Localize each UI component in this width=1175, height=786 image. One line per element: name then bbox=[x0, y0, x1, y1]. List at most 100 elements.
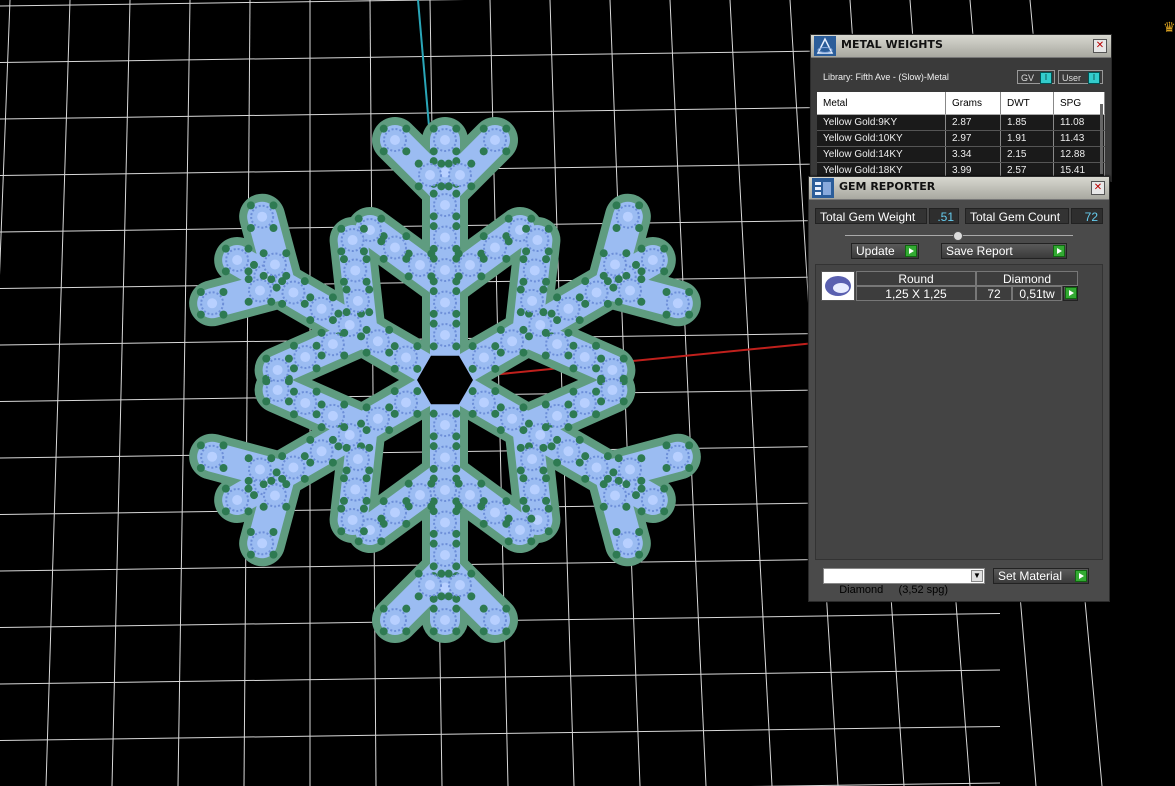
prong bbox=[519, 277, 528, 286]
table-row[interactable]: Yellow Gold:9KY 2.87 1.85 11.08 bbox=[817, 114, 1105, 131]
prong bbox=[524, 332, 533, 341]
save-report-button[interactable]: Save Report bbox=[941, 243, 1067, 259]
prong bbox=[622, 480, 631, 489]
col-dwt: DWT bbox=[1000, 92, 1054, 115]
prong bbox=[542, 277, 551, 286]
prong bbox=[491, 342, 500, 351]
prong bbox=[452, 212, 461, 221]
table-row[interactable]: Yellow Gold:14KY 3.34 2.15 12.88 bbox=[817, 146, 1105, 163]
gem-reporter-app-icon bbox=[812, 178, 834, 198]
prong bbox=[581, 452, 590, 461]
prong bbox=[522, 224, 531, 233]
prong bbox=[479, 124, 488, 133]
snowflake-pendant-model[interactable] bbox=[189, 117, 701, 643]
prong bbox=[452, 147, 461, 156]
gem-table bbox=[622, 538, 633, 549]
gem-table bbox=[455, 580, 465, 590]
gem-table bbox=[532, 235, 543, 246]
prong bbox=[597, 397, 606, 406]
prong bbox=[452, 222, 461, 231]
prong bbox=[444, 182, 453, 191]
prong bbox=[282, 502, 291, 511]
prong bbox=[612, 224, 621, 233]
prong bbox=[269, 224, 278, 233]
user-toggle[interactable]: User I bbox=[1058, 70, 1103, 84]
prong bbox=[342, 308, 351, 317]
gem-table bbox=[529, 484, 540, 495]
prong bbox=[468, 364, 477, 373]
set-material-button[interactable]: Set Material bbox=[993, 568, 1089, 584]
prong bbox=[599, 271, 608, 280]
gem-select-button[interactable] bbox=[1063, 286, 1078, 301]
prong bbox=[300, 474, 309, 483]
prong bbox=[402, 124, 411, 133]
prong bbox=[479, 604, 488, 613]
metal-name: Yellow Gold:9KY bbox=[817, 114, 946, 131]
material-select[interactable]: Diamond (3,52 spg) ▼ bbox=[823, 568, 985, 596]
prong bbox=[479, 627, 488, 636]
prong bbox=[581, 299, 590, 308]
metal-name: Yellow Gold:10KY bbox=[817, 130, 946, 147]
gem-table bbox=[300, 352, 311, 363]
prong bbox=[592, 364, 601, 373]
prong bbox=[259, 502, 268, 511]
prong bbox=[246, 224, 255, 233]
gem-table bbox=[207, 298, 218, 309]
gv-toggle-label: GV bbox=[1021, 73, 1035, 83]
gem-table bbox=[254, 285, 265, 296]
table-row[interactable]: Yellow Gold:10KY 2.97 1.91 11.43 bbox=[817, 130, 1105, 147]
prong bbox=[444, 159, 453, 168]
gem-table bbox=[607, 364, 618, 375]
gem-table bbox=[529, 265, 540, 276]
prong bbox=[278, 299, 287, 308]
prong bbox=[479, 232, 488, 241]
col-grams: Grams bbox=[945, 92, 1001, 115]
prong bbox=[429, 189, 438, 198]
prong bbox=[541, 351, 550, 360]
metal-table: Metal Grams DWT SPG Yellow Gold:9KY 2.87… bbox=[817, 92, 1105, 179]
prong bbox=[362, 426, 371, 435]
prong bbox=[306, 435, 315, 444]
prong bbox=[272, 283, 281, 292]
gem-list-item[interactable]: Round Diamond 1,25 X 1,25 72 0,51tw bbox=[819, 270, 1099, 304]
prong bbox=[541, 400, 550, 409]
metal-table-scrollbar[interactable] bbox=[1100, 104, 1103, 174]
gem-table bbox=[272, 385, 283, 396]
prong bbox=[221, 244, 230, 253]
report-slider-handle-icon[interactable] bbox=[953, 231, 963, 241]
prong bbox=[635, 527, 644, 536]
gem-table bbox=[625, 285, 636, 296]
gem-table bbox=[478, 352, 489, 363]
prong bbox=[282, 271, 291, 280]
prong bbox=[468, 387, 477, 396]
prong bbox=[575, 316, 584, 325]
gem-table bbox=[316, 446, 327, 457]
prong bbox=[196, 310, 205, 319]
prong bbox=[592, 410, 601, 419]
gem-table bbox=[372, 336, 383, 347]
gem-reporter-close-icon[interactable]: ✕ bbox=[1091, 181, 1105, 195]
prong bbox=[246, 550, 255, 559]
gem-table bbox=[440, 297, 450, 308]
prong bbox=[196, 287, 205, 296]
metal-weights-close-icon[interactable]: ✕ bbox=[1093, 39, 1107, 53]
metal-weights-titlebar[interactable]: METAL WEIGHTS ✕ bbox=[811, 35, 1111, 58]
prong bbox=[632, 491, 641, 500]
prong bbox=[429, 442, 438, 451]
prong bbox=[614, 275, 623, 284]
gem-table bbox=[440, 330, 450, 340]
prong bbox=[614, 454, 623, 463]
diamond-thumbnail-icon bbox=[825, 276, 851, 296]
gv-toggle[interactable]: GV I bbox=[1017, 70, 1055, 84]
update-button[interactable]: Update bbox=[851, 243, 919, 259]
gem-reporter-titlebar[interactable]: GEM REPORTER ✕ bbox=[809, 177, 1109, 200]
prong bbox=[519, 426, 528, 435]
metal-spg: 11.43 bbox=[1053, 130, 1105, 147]
prong bbox=[413, 409, 422, 418]
prong bbox=[269, 201, 278, 210]
prong bbox=[359, 224, 368, 233]
col-spg: SPG bbox=[1053, 92, 1105, 115]
report-slider[interactable] bbox=[845, 231, 1073, 241]
gem-table bbox=[257, 538, 268, 549]
prong bbox=[581, 474, 590, 483]
